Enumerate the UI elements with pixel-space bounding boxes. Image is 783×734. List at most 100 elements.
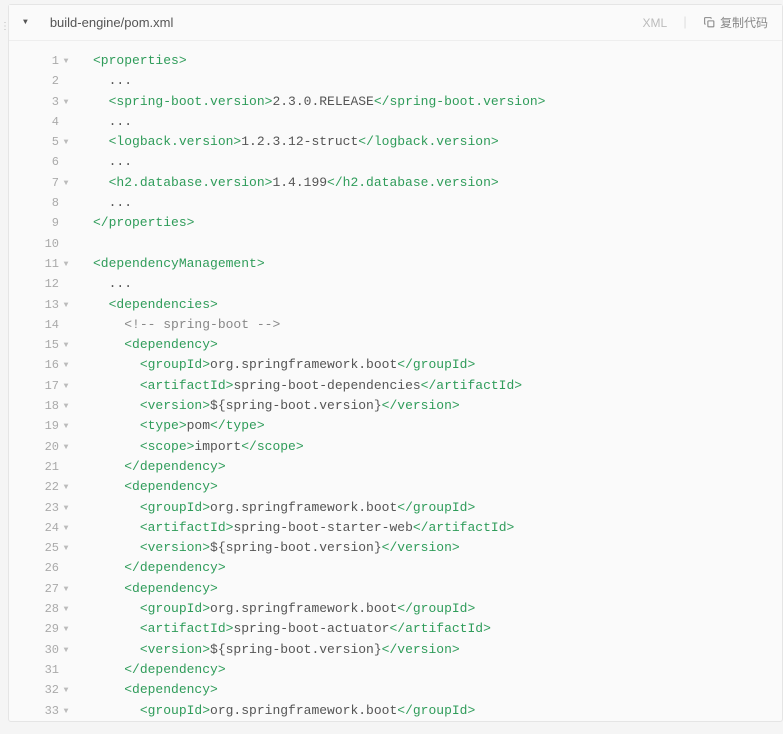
line-number: 16	[41, 355, 59, 375]
xml-text: ...	[93, 114, 132, 129]
line-number: 8	[41, 193, 59, 213]
fold-toggle-icon[interactable]: ▼	[61, 580, 71, 600]
xml-text	[93, 581, 124, 596]
fold-toggle-icon[interactable]: ▼	[61, 133, 71, 153]
xml-tag: <dependencyManagement>	[93, 256, 265, 271]
fold-toggle-icon[interactable]: ▼	[61, 336, 71, 356]
line-number: 19	[41, 416, 59, 436]
xml-text: ...	[93, 195, 132, 210]
xml-text	[93, 601, 140, 616]
fold-toggle-icon[interactable]: ▼	[61, 356, 71, 376]
code-line: <version>${spring-boot.version}</version…	[93, 640, 782, 660]
xml-text	[93, 642, 140, 657]
code-header: ▼ build-engine/pom.xml XML | 复制代码	[9, 5, 782, 41]
line-number: 12	[41, 274, 59, 294]
xml-text: 1.2.3.12-struct	[241, 134, 358, 149]
xml-tag: <groupId>	[140, 601, 210, 616]
separator: |	[681, 15, 689, 30]
gutter-line: 19▼	[9, 416, 77, 436]
chevron-down-icon[interactable]: ▼	[23, 18, 28, 27]
xml-tag: <dependency>	[124, 581, 218, 596]
xml-text	[93, 540, 140, 555]
xml-tag: <scope>	[140, 439, 195, 454]
xml-text: ${spring-boot.version}	[210, 540, 382, 555]
xml-text: ...	[93, 154, 132, 169]
drag-handle-icon: ⋮	[0, 26, 8, 29]
fold-toggle-icon[interactable]: ▼	[61, 397, 71, 417]
fold-toggle-icon[interactable]: ▼	[61, 438, 71, 458]
code-line: <type>pom</type>	[93, 416, 782, 436]
language-label: XML	[642, 16, 667, 30]
line-number: 1	[41, 51, 59, 71]
xml-tag: <groupId>	[140, 703, 210, 718]
fold-toggle-icon[interactable]: ▼	[61, 702, 71, 722]
fold-toggle-icon[interactable]: ▼	[61, 296, 71, 316]
xml-tag: <dependency>	[124, 682, 218, 697]
fold-toggle-icon[interactable]: ▼	[61, 478, 71, 498]
gutter-line: 24▼	[9, 518, 77, 538]
code-line: <scope>import</scope>	[93, 437, 782, 457]
fold-toggle-icon[interactable]: ▼	[61, 93, 71, 113]
fold-toggle-icon[interactable]: ▼	[61, 499, 71, 519]
line-number: 31	[41, 660, 59, 680]
xml-tag: <version>	[140, 540, 210, 555]
xml-tag: <artifactId>	[140, 520, 234, 535]
line-number: 6	[41, 152, 59, 172]
fold-toggle-icon[interactable]: ▼	[61, 539, 71, 559]
xml-tag: </dependency>	[124, 662, 225, 677]
xml-tag: <groupId>	[140, 357, 210, 372]
code-area: 1▼23▼45▼67▼891011▼1213▼1415▼16▼17▼18▼19▼…	[9, 41, 782, 721]
xml-tag: <h2.database.version>	[109, 175, 273, 190]
line-number: 10	[41, 234, 59, 254]
gutter-line: 3▼	[9, 92, 77, 112]
xml-tag: </version>	[382, 540, 460, 555]
xml-text	[93, 703, 140, 718]
fold-toggle-icon[interactable]: ▼	[61, 174, 71, 194]
fold-toggle-icon[interactable]: ▼	[61, 417, 71, 437]
xml-text: ...	[93, 276, 132, 291]
line-number: 18	[41, 396, 59, 416]
fold-toggle-icon[interactable]: ▼	[61, 52, 71, 72]
fold-toggle-icon[interactable]: ▼	[61, 519, 71, 539]
xml-tag: <dependencies>	[109, 297, 218, 312]
fold-toggle-icon[interactable]: ▼	[61, 641, 71, 661]
xml-tag: </h2.database.version>	[327, 175, 499, 190]
code-line: <spring-boot.version>2.3.0.RELEASE</spri…	[93, 92, 782, 112]
code-line: <logback.version>1.2.3.12-struct</logbac…	[93, 132, 782, 152]
xml-text: spring-boot-actuator	[233, 621, 389, 636]
line-number: 2	[41, 71, 59, 91]
line-number: 11	[41, 254, 59, 274]
xml-tag: </artifactId>	[421, 378, 522, 393]
xml-text: spring-boot-dependencies	[233, 378, 420, 393]
line-number: 23	[41, 498, 59, 518]
xml-text	[93, 520, 140, 535]
fold-toggle-icon[interactable]: ▼	[61, 255, 71, 275]
line-number: 29	[41, 619, 59, 639]
line-number: 27	[41, 579, 59, 599]
line-number: 30	[41, 640, 59, 660]
fold-toggle-icon[interactable]: ▼	[61, 681, 71, 701]
line-number: 28	[41, 599, 59, 619]
line-number: 25	[41, 538, 59, 558]
xml-text	[93, 662, 124, 677]
xml-tag: <groupId>	[140, 500, 210, 515]
line-number: 32	[41, 680, 59, 700]
fold-toggle-icon[interactable]: ▼	[61, 620, 71, 640]
xml-text	[93, 439, 140, 454]
xml-text	[93, 337, 124, 352]
xml-text	[93, 459, 124, 474]
xml-tag: <logback.version>	[109, 134, 242, 149]
copy-code-button[interactable]: 复制代码	[703, 14, 768, 31]
fold-toggle-icon[interactable]: ▼	[61, 600, 71, 620]
xml-text	[93, 94, 109, 109]
xml-text	[93, 479, 124, 494]
file-path: build-engine/pom.xml	[50, 15, 643, 30]
xml-tag: </groupId>	[397, 601, 475, 616]
gutter-line: 4	[9, 112, 77, 132]
xml-text	[93, 621, 140, 636]
xml-text: org.springframework.boot	[210, 703, 397, 718]
xml-tag: </groupId>	[397, 357, 475, 372]
gutter-line: 18▼	[9, 396, 77, 416]
code-content[interactable]: <properties> ... <spring-boot.version>2.…	[77, 51, 782, 721]
fold-toggle-icon[interactable]: ▼	[61, 377, 71, 397]
